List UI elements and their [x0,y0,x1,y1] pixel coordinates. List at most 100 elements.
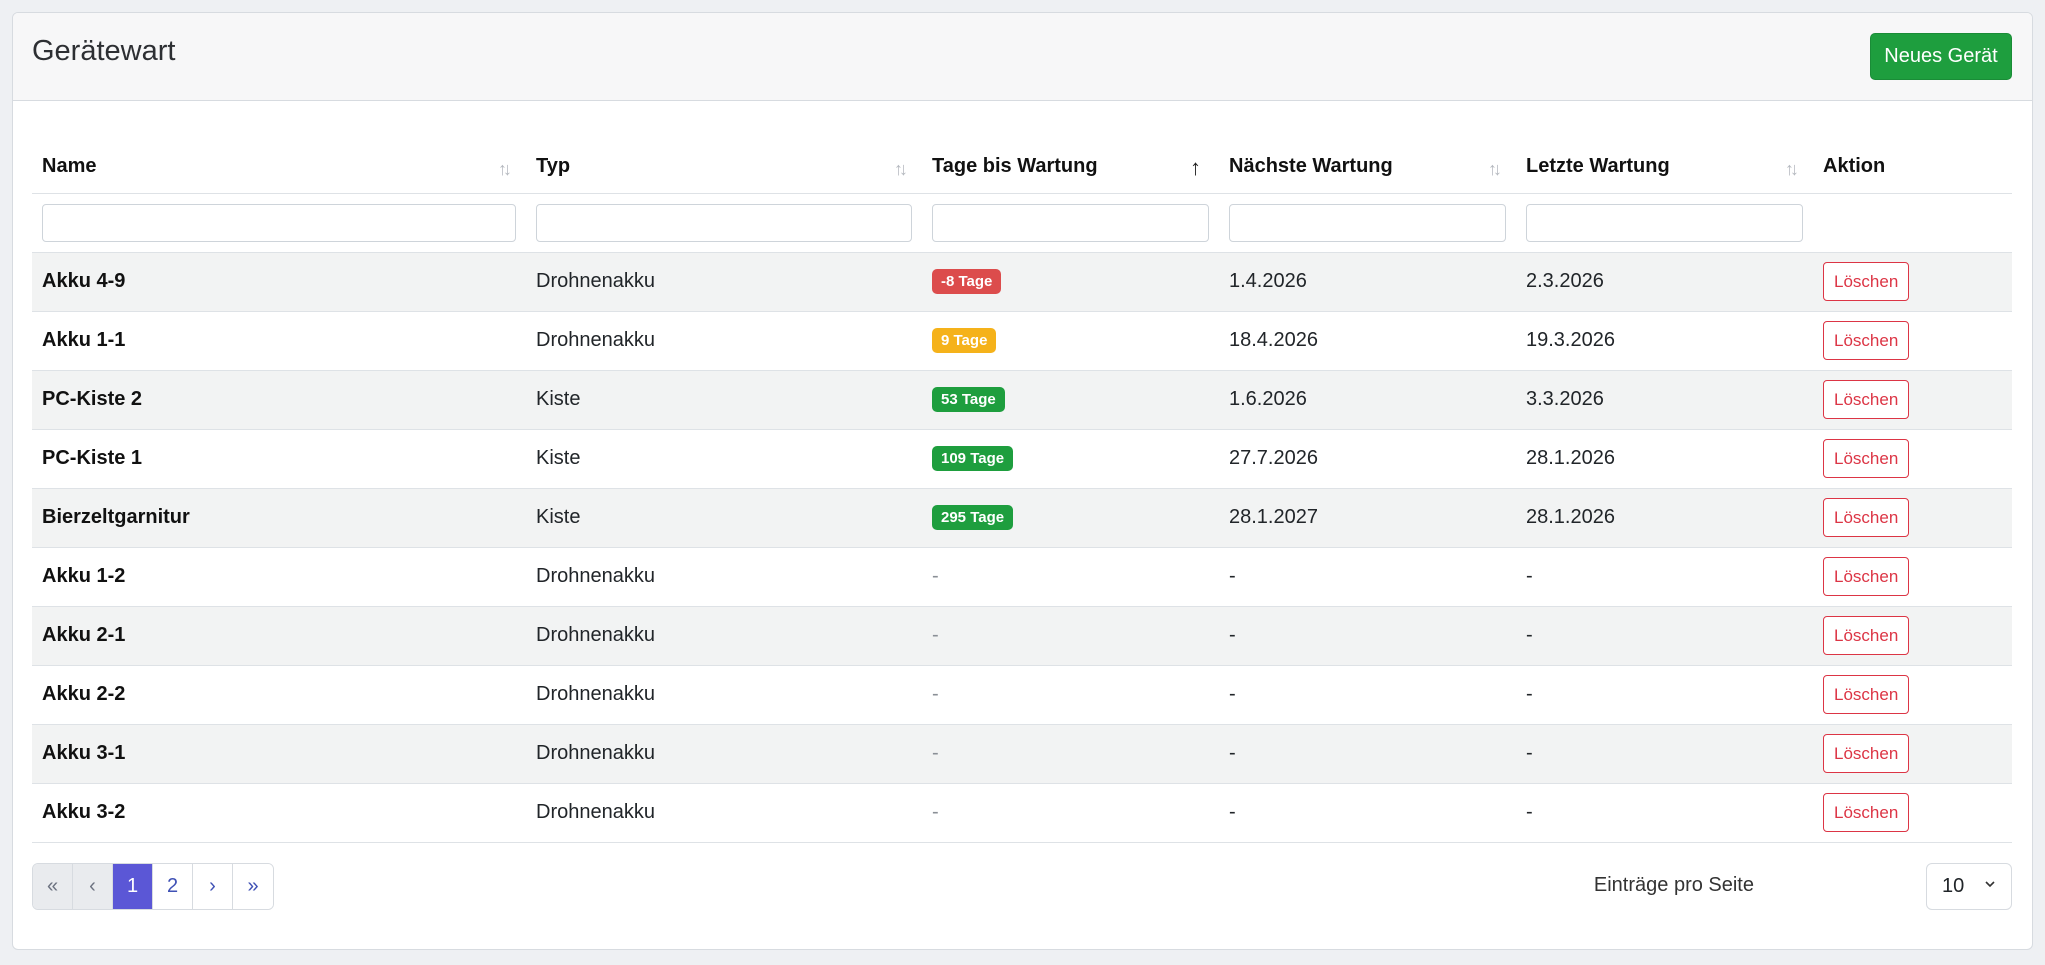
device-type: Drohnenakku [526,310,922,370]
device-name: PC-Kiste 1 [32,428,526,488]
delete-button[interactable]: Löschen [1823,675,1910,714]
table-row: Akku 1-1 Drohnenakku 9 Tage 18.4.2026 19.3.2… [32,310,2012,370]
days-cell: 295 Tage [922,487,1219,547]
first-page-button[interactable]: « [33,864,73,909]
delete-button[interactable]: Löschen [1823,498,1910,537]
device-card: Gerätewart Neues Gerät Name ↑↓ Typ ↑↓ Ta… [12,12,2033,950]
prev-page-button[interactable]: ‹ [73,864,113,909]
last-page-button[interactable]: » [233,864,273,909]
filter-cell [526,192,922,252]
next-page-button[interactable]: › [193,864,233,909]
next-maintenance: - [1219,782,1516,843]
days-cell: - [922,723,1219,783]
next-maintenance: - [1219,546,1516,606]
table-row: Akku 1-2 Drohnenakku - - - Löschen [32,546,2012,606]
last-maintenance: - [1516,546,1813,606]
device-name: Akku 3-2 [32,782,526,843]
device-name: Akku 3-1 [32,723,526,783]
device-name: PC-Kiste 2 [32,369,526,429]
column-header-letzte-wartung[interactable]: Letzte Wartung ↑↓ [1516,155,1813,193]
filter-cell [1813,192,2012,252]
sort-icon[interactable]: ↑↓ [1785,159,1799,180]
days-until-maintenance: - [932,801,939,823]
column-header-tage-bis-wartung[interactable]: Tage bis Wartung ↑ [922,155,1219,193]
days-until-maintenance-badge: 9 Tage [932,328,997,353]
delete-button[interactable]: Löschen [1823,793,1910,832]
days-until-maintenance: - [932,683,939,705]
days-cell: - [922,546,1219,606]
days-until-maintenance: - [932,565,939,587]
action-cell: Löschen [1813,487,2012,547]
filter-tage-input[interactable] [932,203,1209,242]
filter-last-input[interactable] [1526,203,1803,242]
next-maintenance: 1.6.2026 [1219,369,1516,429]
sort-icon[interactable]: ↑↓ [498,159,512,180]
device-name: Akku 1-2 [32,546,526,606]
column-header-label: Nächste Wartung [1229,155,1393,177]
table-row: Akku 4-9 Drohnenakku -8 Tage 1.4.2026 2.3.20… [32,251,2012,311]
device-name: Akku 4-9 [32,251,526,311]
last-maintenance: - [1516,664,1813,724]
column-header-typ[interactable]: Typ ↑↓ [526,155,922,193]
column-header-label: Letzte Wartung [1526,155,1670,177]
device-name: Akku 2-1 [32,605,526,665]
column-header-aktion: Aktion [1813,155,2012,193]
new-device-button[interactable]: Neues Gerät [1870,33,2012,80]
chevron-down-icon [1985,881,1995,888]
device-type: Drohnenakku [526,664,922,724]
next-maintenance: - [1219,723,1516,783]
pagination: « ‹ 1 2 › » [32,863,274,910]
days-until-maintenance-badge: -8 Tage [932,269,1002,294]
action-cell: Löschen [1813,782,2012,843]
device-type: Drohnenakku [526,546,922,606]
card-header: Gerätewart Neues Gerät [13,13,2032,101]
device-type: Kiste [526,487,922,547]
delete-button[interactable]: Löschen [1823,734,1910,773]
days-cell: 9 Tage [922,310,1219,370]
column-header-naechste-wartung[interactable]: Nächste Wartung ↑↓ [1219,155,1516,193]
delete-button[interactable]: Löschen [1823,262,1910,301]
last-maintenance: 28.1.2026 [1516,428,1813,488]
page-2-button[interactable]: 2 [153,864,193,909]
delete-button[interactable]: Löschen [1823,321,1910,360]
filter-cell [1516,192,1813,252]
card-body: Name ↑↓ Typ ↑↓ Tage bis Wartung ↑ Nächst… [32,101,2012,843]
device-name: Bierzeltgarnitur [32,487,526,547]
days-cell: - [922,664,1219,724]
filter-typ-input[interactable] [536,203,912,242]
delete-button[interactable]: Löschen [1823,380,1910,419]
table-footer: « ‹ 1 2 › » Einträge pro Seite 10 [32,863,2012,910]
per-page-value: 10 [1942,875,1965,897]
filter-next-input[interactable] [1229,203,1506,242]
sort-icon[interactable]: ↑↓ [1488,159,1502,180]
filter-cell [1219,192,1516,252]
next-maintenance: - [1219,605,1516,665]
days-cell: - [922,605,1219,665]
action-cell: Löschen [1813,428,2012,488]
page-1-button[interactable]: 1 [113,864,153,909]
column-header-label: Aktion [1823,155,1886,177]
delete-button[interactable]: Löschen [1823,557,1910,596]
filter-name-input[interactable] [42,203,516,242]
last-maintenance: - [1516,782,1813,843]
action-cell: Löschen [1813,723,2012,783]
per-page-select[interactable]: 10 [1926,863,2012,910]
column-header-label: Tage bis Wartung [932,155,1098,177]
device-type: Drohnenakku [526,782,922,843]
last-maintenance: - [1516,723,1813,783]
table-row: Akku 2-2 Drohnenakku - - - Löschen [32,664,2012,724]
last-maintenance: 28.1.2026 [1516,487,1813,547]
last-maintenance: 3.3.2026 [1516,369,1813,429]
sort-ascending-icon[interactable]: ↑ [1190,155,1201,181]
days-cell: 109 Tage [922,428,1219,488]
column-header-name[interactable]: Name ↑↓ [32,155,526,193]
action-cell: Löschen [1813,310,2012,370]
page-title: Gerätewart [32,35,176,67]
device-type: Kiste [526,428,922,488]
sort-icon[interactable]: ↑↓ [894,159,908,180]
delete-button[interactable]: Löschen [1823,616,1910,655]
delete-button[interactable]: Löschen [1823,439,1910,478]
last-maintenance: 19.3.2026 [1516,310,1813,370]
column-header-label: Name [42,155,97,177]
table-row: Akku 3-2 Drohnenakku - - - Löschen [32,782,2012,843]
